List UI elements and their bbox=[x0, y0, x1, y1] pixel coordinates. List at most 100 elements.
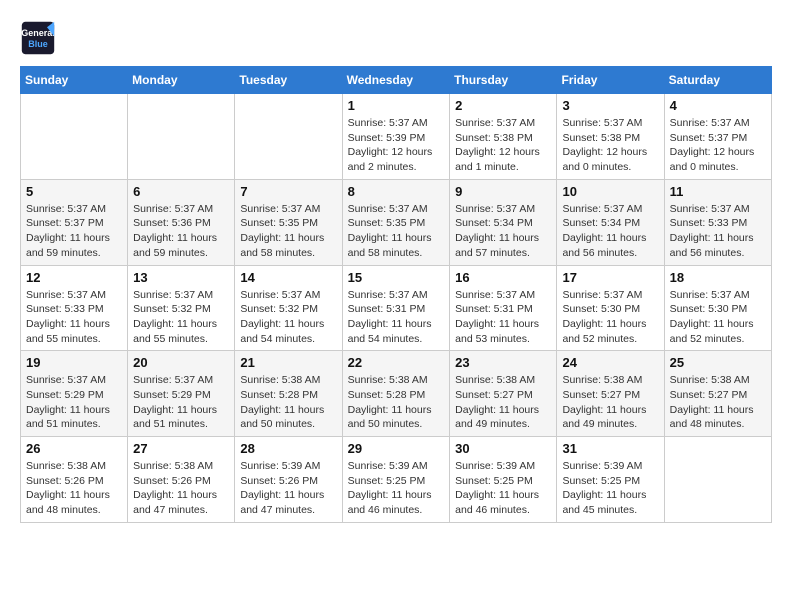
svg-text:Blue: Blue bbox=[28, 39, 48, 49]
day-number: 26 bbox=[26, 441, 122, 456]
day-info: Sunrise: 5:38 AM Sunset: 5:26 PM Dayligh… bbox=[26, 459, 122, 518]
day-number: 21 bbox=[240, 355, 336, 370]
day-info: Sunrise: 5:37 AM Sunset: 5:35 PM Dayligh… bbox=[240, 202, 336, 261]
day-info: Sunrise: 5:37 AM Sunset: 5:31 PM Dayligh… bbox=[455, 288, 551, 347]
calendar-day-6: 6 Sunrise: 5:37 AM Sunset: 5:36 PM Daylig… bbox=[128, 179, 235, 265]
day-number: 9 bbox=[455, 184, 551, 199]
calendar-day-18: 18 Sunrise: 5:37 AM Sunset: 5:30 PM Dayli… bbox=[664, 265, 771, 351]
day-number: 31 bbox=[562, 441, 658, 456]
day-number: 30 bbox=[455, 441, 551, 456]
calendar-day-4: 4 Sunrise: 5:37 AM Sunset: 5:37 PM Daylig… bbox=[664, 94, 771, 180]
day-number: 12 bbox=[26, 270, 122, 285]
calendar-table: SundayMondayTuesdayWednesdayThursdayFrid… bbox=[20, 66, 772, 523]
day-info: Sunrise: 5:39 AM Sunset: 5:25 PM Dayligh… bbox=[562, 459, 658, 518]
calendar-week-1: 1 Sunrise: 5:37 AM Sunset: 5:39 PM Daylig… bbox=[21, 94, 772, 180]
calendar-day-11: 11Sunrise: 5:37 AM Sunset: 5:33 PM Dayli… bbox=[664, 179, 771, 265]
day-number: 14 bbox=[240, 270, 336, 285]
day-number: 1 bbox=[348, 98, 445, 113]
day-number: 20 bbox=[133, 355, 229, 370]
day-number: 8 bbox=[348, 184, 445, 199]
day-info: Sunrise: 5:37 AM Sunset: 5:33 PM Dayligh… bbox=[670, 202, 766, 261]
day-number: 5 bbox=[26, 184, 122, 199]
calendar-day-10: 10 Sunrise: 5:37 AM Sunset: 5:34 PM Dayli… bbox=[557, 179, 664, 265]
calendar-day-25: 25 Sunrise: 5:38 AM Sunset: 5:27 PM Dayli… bbox=[664, 351, 771, 437]
logo: General Blue bbox=[20, 20, 62, 56]
calendar-day-31: 31 Sunrise: 5:39 AM Sunset: 5:25 PM Dayli… bbox=[557, 437, 664, 523]
day-info: Sunrise: 5:39 AM Sunset: 5:25 PM Dayligh… bbox=[348, 459, 445, 518]
day-info: Sunrise: 5:37 AM Sunset: 5:33 PM Dayligh… bbox=[26, 288, 122, 347]
day-info: Sunrise: 5:37 AM Sunset: 5:30 PM Dayligh… bbox=[670, 288, 766, 347]
calendar-day-20: 20 Sunrise: 5:37 AM Sunset: 5:29 PM Dayli… bbox=[128, 351, 235, 437]
calendar-day-12: 12 Sunrise: 5:37 AM Sunset: 5:33 PM Dayli… bbox=[21, 265, 128, 351]
day-info: Sunrise: 5:37 AM Sunset: 5:39 PM Dayligh… bbox=[348, 116, 445, 175]
day-info: Sunrise: 5:37 AM Sunset: 5:37 PM Dayligh… bbox=[670, 116, 766, 175]
day-number: 10 bbox=[562, 184, 658, 199]
day-number: 4 bbox=[670, 98, 766, 113]
day-header-friday: Friday bbox=[557, 67, 664, 94]
day-number: 6 bbox=[133, 184, 229, 199]
calendar-day-28: 28 Sunrise: 5:39 AM Sunset: 5:26 PM Dayli… bbox=[235, 437, 342, 523]
day-info: Sunrise: 5:37 AM Sunset: 5:29 PM Dayligh… bbox=[133, 373, 229, 432]
calendar-week-2: 5 Sunrise: 5:37 AM Sunset: 5:37 PM Daylig… bbox=[21, 179, 772, 265]
day-header-wednesday: Wednesday bbox=[342, 67, 450, 94]
day-number: 19 bbox=[26, 355, 122, 370]
calendar-day-3: 3 Sunrise: 5:37 AM Sunset: 5:38 PM Daylig… bbox=[557, 94, 664, 180]
day-number: 18 bbox=[670, 270, 766, 285]
calendar-day-7: 7 Sunrise: 5:37 AM Sunset: 5:35 PM Daylig… bbox=[235, 179, 342, 265]
logo-icon: General Blue bbox=[20, 20, 56, 56]
calendar-day-5: 5 Sunrise: 5:37 AM Sunset: 5:37 PM Daylig… bbox=[21, 179, 128, 265]
day-number: 7 bbox=[240, 184, 336, 199]
day-info: Sunrise: 5:37 AM Sunset: 5:29 PM Dayligh… bbox=[26, 373, 122, 432]
calendar-day-22: 22Sunrise: 5:38 AM Sunset: 5:28 PM Dayli… bbox=[342, 351, 450, 437]
day-info: Sunrise: 5:38 AM Sunset: 5:27 PM Dayligh… bbox=[670, 373, 766, 432]
calendar-day-27: 27 Sunrise: 5:38 AM Sunset: 5:26 PM Dayli… bbox=[128, 437, 235, 523]
day-info: Sunrise: 5:37 AM Sunset: 5:31 PM Dayligh… bbox=[348, 288, 445, 347]
day-info: Sunrise: 5:37 AM Sunset: 5:34 PM Dayligh… bbox=[562, 202, 658, 261]
day-number: 17 bbox=[562, 270, 658, 285]
day-info: Sunrise: 5:37 AM Sunset: 5:38 PM Dayligh… bbox=[455, 116, 551, 175]
day-number: 13 bbox=[133, 270, 229, 285]
day-number: 25 bbox=[670, 355, 766, 370]
day-info: Sunrise: 5:37 AM Sunset: 5:34 PM Dayligh… bbox=[455, 202, 551, 261]
calendar-week-3: 12 Sunrise: 5:37 AM Sunset: 5:33 PM Dayli… bbox=[21, 265, 772, 351]
calendar-day-26: 26 Sunrise: 5:38 AM Sunset: 5:26 PM Dayli… bbox=[21, 437, 128, 523]
day-number: 28 bbox=[240, 441, 336, 456]
day-number: 24 bbox=[562, 355, 658, 370]
day-number: 15 bbox=[348, 270, 445, 285]
calendar-day-17: 17 Sunrise: 5:37 AM Sunset: 5:30 PM Dayli… bbox=[557, 265, 664, 351]
calendar-week-5: 26 Sunrise: 5:38 AM Sunset: 5:26 PM Dayli… bbox=[21, 437, 772, 523]
day-info: Sunrise: 5:38 AM Sunset: 5:27 PM Dayligh… bbox=[455, 373, 551, 432]
day-header-sunday: Sunday bbox=[21, 67, 128, 94]
day-info: Sunrise: 5:37 AM Sunset: 5:37 PM Dayligh… bbox=[26, 202, 122, 261]
day-info: Sunrise: 5:39 AM Sunset: 5:25 PM Dayligh… bbox=[455, 459, 551, 518]
calendar-week-4: 19 Sunrise: 5:37 AM Sunset: 5:29 PM Dayli… bbox=[21, 351, 772, 437]
day-info: Sunrise: 5:38 AM Sunset: 5:27 PM Dayligh… bbox=[562, 373, 658, 432]
day-info: Sunrise: 5:38 AM Sunset: 5:28 PM Dayligh… bbox=[240, 373, 336, 432]
calendar-day-23: 23Sunrise: 5:38 AM Sunset: 5:27 PM Dayli… bbox=[450, 351, 557, 437]
day-info: Sunrise: 5:38 AM Sunset: 5:26 PM Dayligh… bbox=[133, 459, 229, 518]
day-header-monday: Monday bbox=[128, 67, 235, 94]
calendar-day-15: 15 Sunrise: 5:37 AM Sunset: 5:31 PM Dayli… bbox=[342, 265, 450, 351]
calendar-day-21: 21 Sunrise: 5:38 AM Sunset: 5:28 PM Dayli… bbox=[235, 351, 342, 437]
day-number: 27 bbox=[133, 441, 229, 456]
day-number: 29 bbox=[348, 441, 445, 456]
calendar-day-16: 16 Sunrise: 5:37 AM Sunset: 5:31 PM Dayli… bbox=[450, 265, 557, 351]
calendar-day-9: 9 Sunrise: 5:37 AM Sunset: 5:34 PM Daylig… bbox=[450, 179, 557, 265]
calendar-day-19: 19 Sunrise: 5:37 AM Sunset: 5:29 PM Dayli… bbox=[21, 351, 128, 437]
day-info: Sunrise: 5:39 AM Sunset: 5:26 PM Dayligh… bbox=[240, 459, 336, 518]
day-number: 16 bbox=[455, 270, 551, 285]
day-number: 22 bbox=[348, 355, 445, 370]
calendar-day-30: 30 Sunrise: 5:39 AM Sunset: 5:25 PM Dayli… bbox=[450, 437, 557, 523]
day-info: Sunrise: 5:37 AM Sunset: 5:30 PM Dayligh… bbox=[562, 288, 658, 347]
day-header-saturday: Saturday bbox=[664, 67, 771, 94]
day-number: 3 bbox=[562, 98, 658, 113]
calendar-day-8: 8Sunrise: 5:37 AM Sunset: 5:35 PM Daylig… bbox=[342, 179, 450, 265]
day-number: 2 bbox=[455, 98, 551, 113]
calendar-header-row: SundayMondayTuesdayWednesdayThursdayFrid… bbox=[21, 67, 772, 94]
day-info: Sunrise: 5:37 AM Sunset: 5:36 PM Dayligh… bbox=[133, 202, 229, 261]
day-header-thursday: Thursday bbox=[450, 67, 557, 94]
calendar-day-1: 1 Sunrise: 5:37 AM Sunset: 5:39 PM Daylig… bbox=[342, 94, 450, 180]
calendar-day-24: 24 Sunrise: 5:38 AM Sunset: 5:27 PM Dayli… bbox=[557, 351, 664, 437]
page-header: General Blue bbox=[20, 20, 772, 56]
day-info: Sunrise: 5:37 AM Sunset: 5:38 PM Dayligh… bbox=[562, 116, 658, 175]
